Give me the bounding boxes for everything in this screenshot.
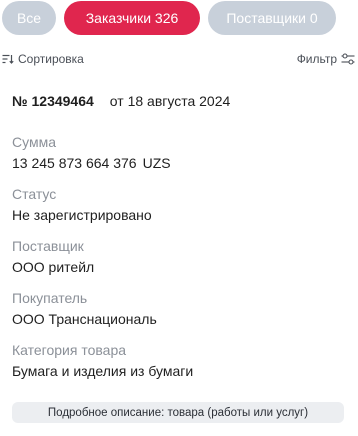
sum-label: Сумма (12, 134, 56, 150)
sort-label: Сортировка (18, 52, 84, 66)
tab-suppliers[interactable]: Поставщики 0 (208, 1, 336, 35)
tab-customers[interactable]: Заказчики 326 (64, 1, 200, 35)
toolbar: Сортировка Фильтр (0, 50, 358, 68)
description-button[interactable]: Подробное описание: товара (работы или у… (12, 402, 344, 423)
category-label: Категория товара (12, 342, 127, 358)
sum-value: 13 245 873 664 376 UZS (12, 154, 342, 172)
field-buyer: Покупатель ООО Транснациональ (12, 289, 342, 328)
sort-icon (2, 54, 14, 64)
sum-currency: UZS (142, 155, 171, 171)
record-date: от 18 августа 2024 (109, 93, 231, 109)
field-sum: Сумма 13 245 873 664 376 UZS (12, 133, 342, 172)
tab-bar: Все Заказчики 326 Поставщики 0 (2, 1, 336, 35)
supplier-label: Поставщик (12, 238, 84, 254)
field-status: Статус Не зарегистрировано (12, 185, 342, 224)
record-number: № 12349464 (12, 93, 94, 109)
buyer-value: ООО Транснациональ (12, 311, 157, 327)
filter-button[interactable]: Фильтр (297, 52, 355, 66)
record-header: № 12349464 от 18 августа 2024 (12, 92, 230, 110)
field-category: Категория товара Бумага и изделия из бум… (12, 341, 342, 380)
category-value: Бумага и изделия из бумаги (12, 363, 194, 379)
buyer-label: Покупатель (12, 290, 88, 306)
filter-label: Фильтр (296, 52, 337, 66)
sum-amount: 13 245 873 664 376 (12, 155, 137, 171)
filter-icon (341, 53, 355, 65)
supplier-value: ООО ритейл (12, 259, 95, 275)
app-screen: Все Заказчики 326 Поставщики 0 Сортировк… (0, 0, 358, 436)
status-value: Не зарегистрировано (12, 207, 152, 223)
status-label: Статус (12, 186, 57, 202)
sort-button[interactable]: Сортировка (2, 52, 84, 66)
tab-all[interactable]: Все (2, 1, 56, 35)
field-supplier: Поставщик ООО ритейл (12, 237, 342, 276)
